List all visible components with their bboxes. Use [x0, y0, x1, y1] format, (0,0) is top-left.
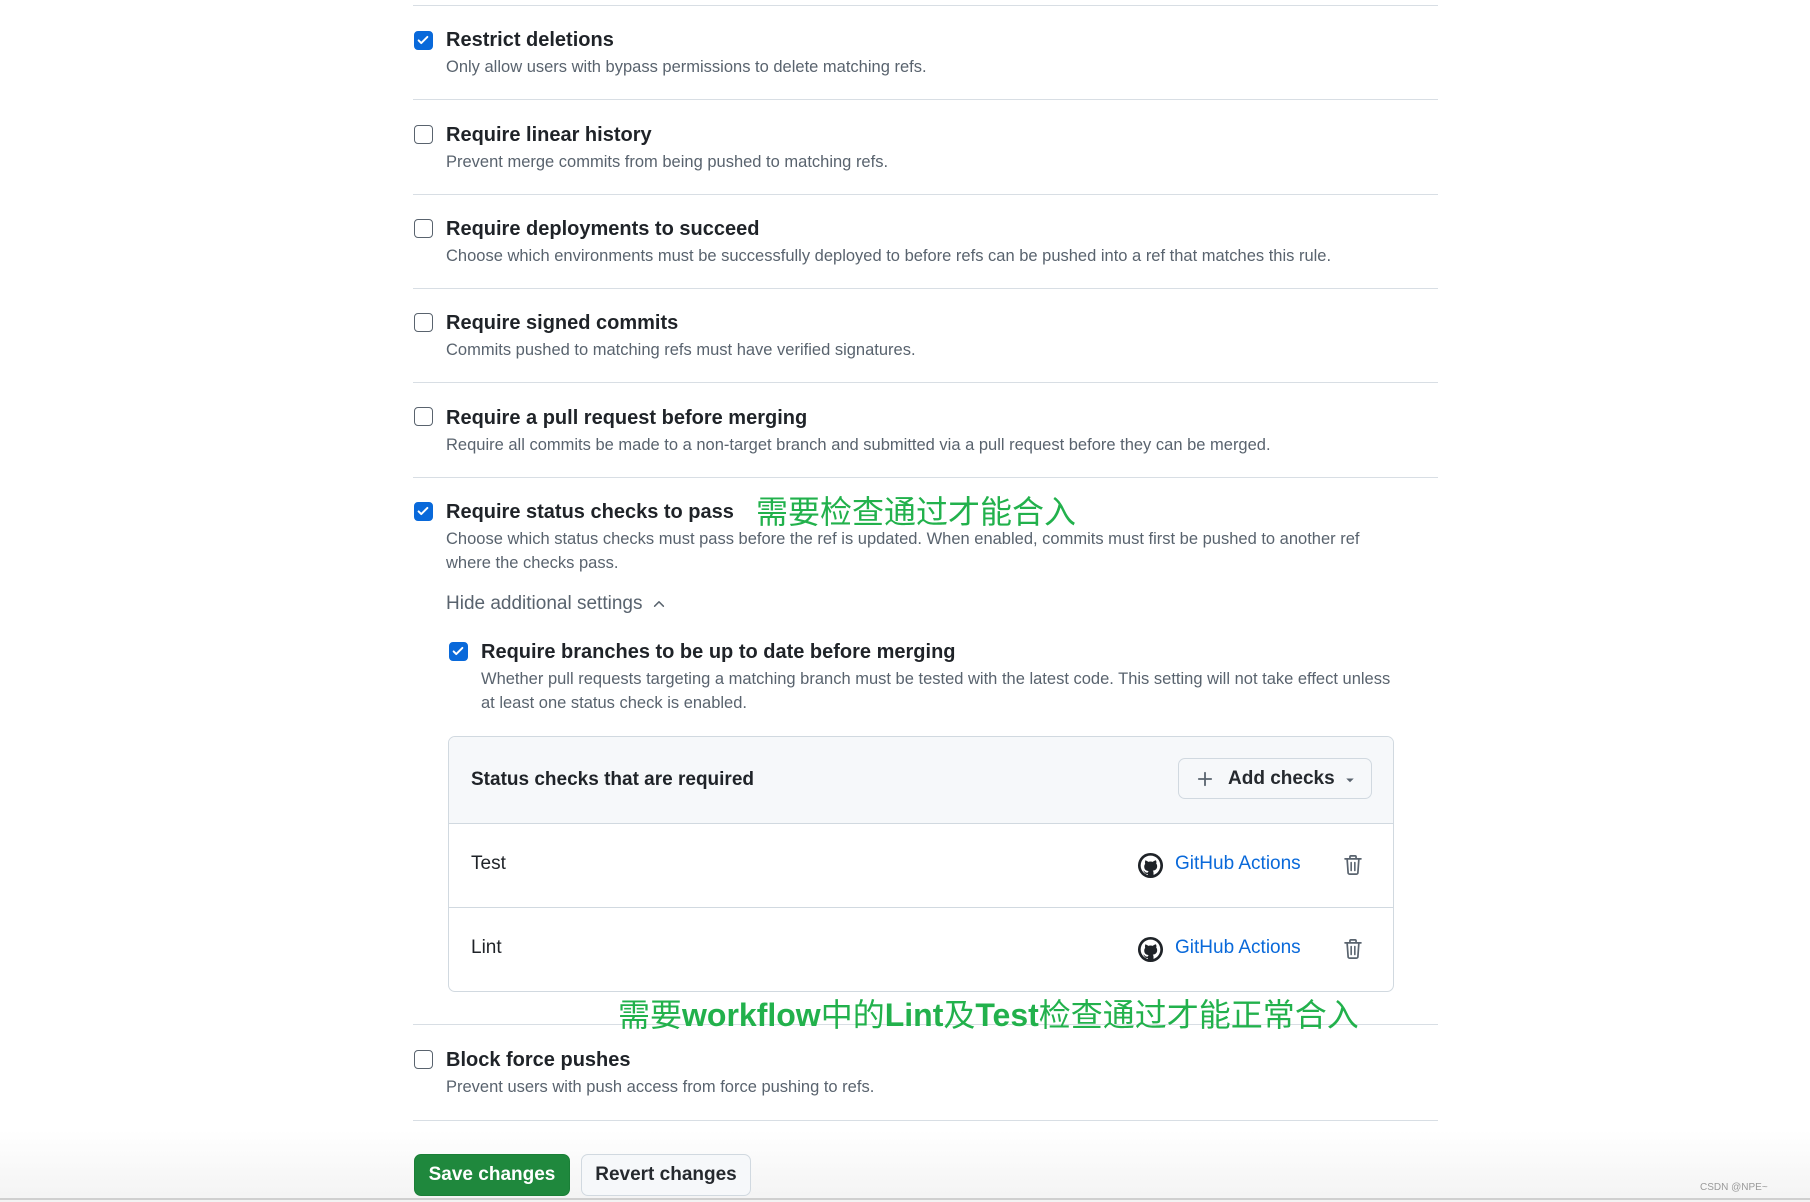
- check-icon: [417, 35, 429, 45]
- footer-bottom-line: [0, 1198, 1810, 1200]
- add-checks-button[interactable]: Add checks: [1178, 758, 1372, 799]
- status-checks-title: Status checks that are required: [471, 769, 754, 790]
- footer-bar: [0, 1130, 1810, 1202]
- hide-additional-settings-toggle[interactable]: Hide additional settings: [446, 593, 666, 615]
- plus-icon: [1197, 771, 1213, 787]
- rule-title: Require deployments to succeed: [446, 218, 760, 240]
- revert-changes-button[interactable]: Revert changes: [581, 1154, 751, 1196]
- status-checks-checkbox[interactable]: [414, 502, 433, 521]
- deployments-checkbox[interactable]: [414, 219, 433, 238]
- divider: [413, 5, 1438, 6]
- annotation-text: 检查通过才能正常合入: [1038, 997, 1359, 1033]
- triangle-down-icon: [1346, 778, 1354, 783]
- rule-description: Choose which status checks must pass bef…: [446, 530, 1360, 572]
- github-logo-icon: [1137, 936, 1164, 963]
- chevron-up-icon: [654, 601, 665, 607]
- trash-icon[interactable]: [1343, 938, 1363, 960]
- rule-title: Require linear history: [446, 124, 652, 146]
- rule-title: Restrict deletions: [446, 29, 614, 51]
- divider: [413, 382, 1438, 383]
- status-check-name: Test: [471, 853, 506, 874]
- annotation-text: 中的: [820, 997, 885, 1033]
- github-logo-icon: [1137, 852, 1164, 879]
- status-check-row: Test GitHub Actions: [449, 823, 1393, 907]
- branches-up-to-date-checkbox[interactable]: [449, 642, 468, 661]
- divider: [413, 477, 1438, 478]
- status-check-name: Lint: [471, 937, 502, 958]
- rule-description: Commits pushed to matching refs must hav…: [446, 341, 916, 359]
- linear-history-checkbox[interactable]: [414, 125, 433, 144]
- rule-description: Prevent users with push access from forc…: [446, 1078, 875, 1096]
- status-checks-header: Status checks that are required Add chec…: [449, 737, 1393, 824]
- restrict-deletions-checkbox[interactable]: [414, 31, 433, 50]
- annotation-text: 需要: [618, 997, 683, 1033]
- block-force-pushes-checkbox[interactable]: [414, 1050, 433, 1069]
- check-icon: [417, 506, 429, 516]
- sub-rule-description: Whether pull requests targeting a matchi…: [481, 670, 1391, 712]
- annotation-text-bold: workflow: [682, 997, 821, 1033]
- rule-title: Require signed commits: [446, 312, 679, 334]
- status-check-source-link[interactable]: GitHub Actions: [1175, 853, 1301, 875]
- divider: [413, 99, 1438, 100]
- rule-description: Only allow users with bypass permissions…: [446, 58, 927, 76]
- trash-icon[interactable]: [1343, 854, 1363, 876]
- rule-title: Require status checks to pass: [446, 501, 734, 523]
- divider: [413, 1120, 1438, 1121]
- signed-commits-checkbox[interactable]: [414, 313, 433, 332]
- annotation-workflow-note: 需要workflow中的Lint及Test检查通过才能正常合入: [618, 990, 1359, 1036]
- annotation-text-bold: Test: [975, 997, 1039, 1033]
- status-check-row: Lint GitHub Actions: [449, 908, 1393, 991]
- sub-rule-title: Require branches to be up to date before…: [481, 641, 956, 663]
- pull-request-checkbox[interactable]: [414, 407, 433, 426]
- save-changes-button[interactable]: Save changes: [414, 1154, 570, 1196]
- status-check-source-link[interactable]: GitHub Actions: [1175, 937, 1301, 959]
- rule-title: Require a pull request before merging: [446, 407, 808, 429]
- divider: [413, 288, 1438, 289]
- rule-description: Choose which environments must be succes…: [446, 247, 1332, 265]
- rule-title: Block force pushes: [446, 1049, 631, 1071]
- annotation-status-checks-note: 需要检查通过才能合入: [756, 494, 1077, 530]
- check-icon: [452, 646, 464, 656]
- toggle-label: Hide additional settings: [446, 593, 643, 614]
- annotation-text: 及: [943, 997, 976, 1033]
- rule-description: Require all commits be made to a non-tar…: [446, 436, 1271, 454]
- watermark: CSDN @NPE~: [1700, 1182, 1768, 1193]
- rule-description: Prevent merge commits from being pushed …: [446, 153, 889, 171]
- annotation-text-bold: Lint: [884, 997, 944, 1033]
- status-checks-panel: Status checks that are required Add chec…: [448, 736, 1394, 992]
- add-checks-label: Add checks: [1228, 768, 1335, 789]
- divider: [413, 194, 1438, 195]
